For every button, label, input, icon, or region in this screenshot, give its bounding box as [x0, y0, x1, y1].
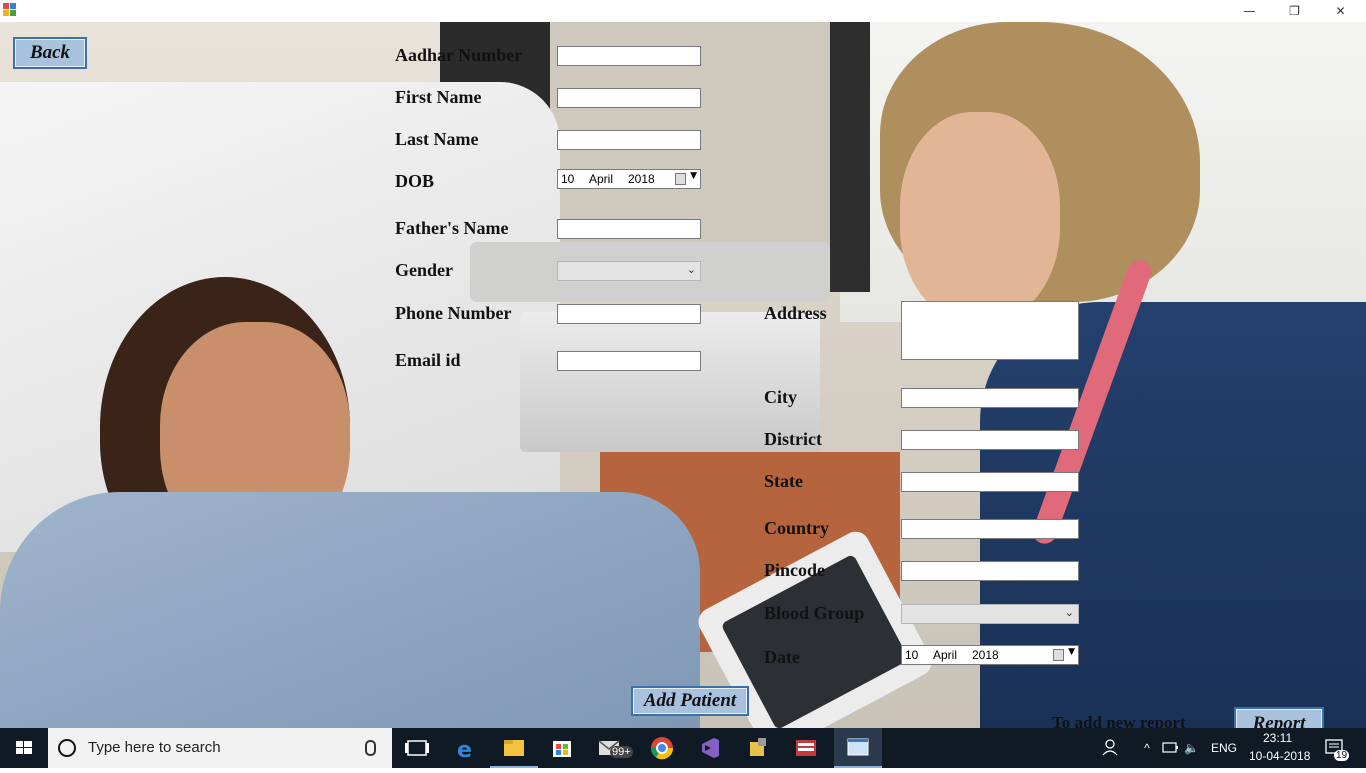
app-icon [3, 3, 17, 17]
blood-group-label: Blood Group [764, 603, 865, 623]
pincode-input[interactable] [901, 561, 1079, 581]
state-label: State [764, 471, 803, 491]
svg-text:e: e [457, 738, 472, 763]
active-app-icon[interactable] [834, 728, 882, 768]
access-icon[interactable] [782, 728, 830, 768]
start-button[interactable] [0, 728, 48, 768]
date-year: 2018 [972, 648, 999, 662]
last-name-label: Last Name [395, 129, 479, 149]
edge-icon[interactable]: e [442, 728, 490, 768]
first-name-input[interactable] [557, 88, 701, 108]
language-indicator[interactable]: ENG [1211, 728, 1239, 768]
district-input[interactable] [901, 430, 1079, 450]
notifications-icon[interactable]: 19 [1322, 728, 1352, 768]
date-day: 10 [905, 648, 919, 662]
search-placeholder: Type here to search [88, 739, 221, 756]
task-view-icon[interactable] [394, 728, 442, 768]
state-input[interactable] [901, 472, 1079, 492]
mail-icon[interactable]: 99+ [586, 728, 634, 768]
phone-number-input[interactable] [557, 304, 701, 324]
calendar-icon[interactable] [675, 173, 686, 185]
email-input[interactable] [557, 351, 701, 371]
first-name-label: First Name [395, 87, 482, 107]
fathers-name-input[interactable] [557, 219, 701, 239]
date-month: April [933, 648, 958, 662]
clock-time: 23:11 [1263, 731, 1293, 745]
date-label: Date [764, 647, 800, 667]
address-label: Address [764, 303, 827, 323]
volume-icon[interactable]: 🔈 [1184, 728, 1204, 768]
show-hidden-icons-icon[interactable]: ^ [1138, 728, 1156, 768]
email-label: Email id [395, 350, 461, 370]
minimize-button[interactable]: — [1227, 0, 1272, 22]
notification-count: 19 [1334, 750, 1350, 761]
phone-number-label: Phone Number [395, 303, 512, 323]
visual-studio-icon[interactable] [686, 728, 734, 768]
sql-tools-icon[interactable] [734, 728, 782, 768]
gender-select[interactable]: ⌄ [557, 261, 701, 281]
aadhar-number-input[interactable] [557, 46, 701, 66]
blood-group-select[interactable]: ⌄ [901, 604, 1079, 624]
back-button[interactable]: Back [13, 37, 87, 69]
taskbar: Type here to search e 99+ ^ 🔈 ENG 23:11 [0, 728, 1366, 768]
restore-button[interactable]: ❐ [1272, 0, 1317, 22]
file-explorer-icon[interactable] [490, 728, 538, 768]
city-label: City [764, 387, 797, 407]
background-photo [0, 22, 1366, 728]
calendar-icon[interactable] [1053, 649, 1064, 661]
date-picker[interactable]: 10 April 2018 ▼ [901, 645, 1079, 665]
dob-year: 2018 [628, 172, 655, 186]
store-icon[interactable] [538, 728, 586, 768]
district-label: District [764, 429, 822, 449]
microphone-icon[interactable] [365, 740, 376, 756]
country-input[interactable] [901, 519, 1079, 539]
last-name-input[interactable] [557, 130, 701, 150]
windows-icon [16, 741, 32, 754]
people-icon[interactable] [1100, 728, 1122, 768]
battery-icon[interactable] [1160, 728, 1180, 768]
chevron-down-icon[interactable]: ▼ [1068, 647, 1075, 657]
close-button[interactable]: ✕ [1318, 0, 1363, 22]
chevron-down-icon: ⌄ [1064, 606, 1074, 619]
chevron-down-icon: ⌄ [686, 263, 696, 276]
gender-label: Gender [395, 260, 453, 280]
fathers-name-label: Father's Name [395, 218, 509, 238]
aadhar-number-label: Aadhar Number [395, 45, 523, 65]
add-patient-button[interactable]: Add Patient [631, 686, 749, 716]
address-textarea[interactable] [901, 301, 1079, 360]
chrome-icon[interactable] [638, 728, 686, 768]
country-label: Country [764, 518, 830, 538]
chevron-down-icon[interactable]: ▼ [690, 171, 697, 181]
clock-date: 10-04-2018 [1249, 749, 1311, 763]
clock[interactable]: 23:11 10-04-2018 [1247, 728, 1311, 768]
dob-date-picker[interactable]: 10 April 2018 ▼ [557, 169, 701, 189]
pincode-label: Pincode [764, 560, 825, 580]
dob-day: 10 [561, 172, 575, 186]
window-title-bar: — ❐ ✕ [0, 0, 1366, 22]
dob-label: DOB [395, 171, 435, 191]
taskbar-search[interactable]: Type here to search [48, 728, 392, 768]
mail-badge: 99+ [610, 746, 633, 758]
dob-month: April [589, 172, 614, 186]
cortana-icon [58, 739, 76, 757]
city-input[interactable] [901, 388, 1079, 408]
